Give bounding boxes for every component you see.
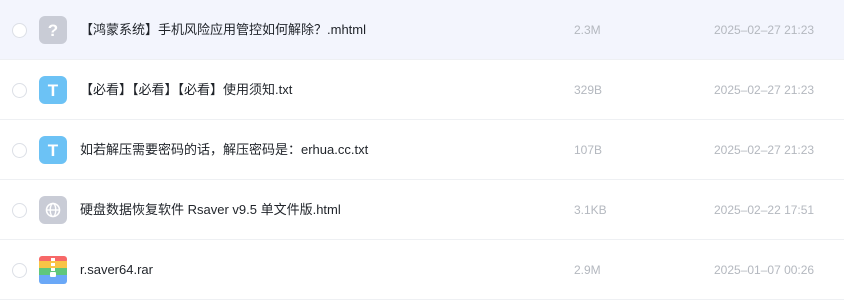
file-date: 2025–01–07 00:26 (714, 263, 815, 277)
file-row[interactable]: T 【必看】【必看】【必看】使用须知.txt 329B 2025–02–27 2… (0, 60, 844, 120)
row-checkbox[interactable] (12, 263, 27, 278)
archive-file-icon (39, 256, 67, 284)
web-file-icon (39, 196, 67, 224)
file-list: ? 【鸿蒙系统】手机风险应用管控如何解除？.mhtml 2.3M 2025–02… (0, 0, 844, 300)
file-name[interactable]: 【鸿蒙系统】手机风险应用管控如何解除？.mhtml (80, 21, 366, 39)
file-size: 3.1KB (574, 203, 607, 217)
row-checkbox[interactable] (12, 83, 27, 98)
file-row[interactable]: T 如若解压需要密码的话，解压密码是：erhua.cc.txt 107B 202… (0, 120, 844, 180)
file-row[interactable]: r.saver64.rar 2.9M 2025–01–07 00:26 (0, 240, 844, 300)
file-name[interactable]: 【必看】【必看】【必看】使用须知.txt (80, 81, 292, 99)
file-size: 2.3M (574, 23, 601, 37)
file-row[interactable]: ? 【鸿蒙系统】手机风险应用管控如何解除？.mhtml 2.3M 2025–02… (0, 0, 844, 60)
file-date: 2025–02–22 17:51 (714, 203, 815, 217)
text-file-icon: T (39, 136, 67, 164)
file-date: 2025–02–27 21:23 (714, 143, 815, 157)
file-name[interactable]: 如若解压需要密码的话，解压密码是：erhua.cc.txt (80, 141, 368, 159)
row-checkbox[interactable] (12, 23, 27, 38)
unknown-file-icon: ? (39, 16, 67, 44)
row-checkbox[interactable] (12, 143, 27, 158)
file-date: 2025–02–27 21:23 (714, 83, 815, 97)
text-file-icon: T (39, 76, 67, 104)
file-size: 329B (574, 83, 603, 97)
file-name[interactable]: 硬盘数据恢复软件 Rsaver v9.5 单文件版.html (80, 201, 341, 219)
file-size: 2.9M (574, 263, 601, 277)
row-checkbox[interactable] (12, 203, 27, 218)
svg-text:T: T (48, 141, 59, 160)
file-name[interactable]: r.saver64.rar (80, 261, 153, 279)
file-date: 2025–02–27 21:23 (714, 23, 815, 37)
file-row[interactable]: 硬盘数据恢复软件 Rsaver v9.5 单文件版.html 3.1KB 202… (0, 180, 844, 240)
svg-text:?: ? (48, 21, 58, 40)
svg-text:T: T (48, 81, 59, 100)
file-size: 107B (574, 143, 603, 157)
